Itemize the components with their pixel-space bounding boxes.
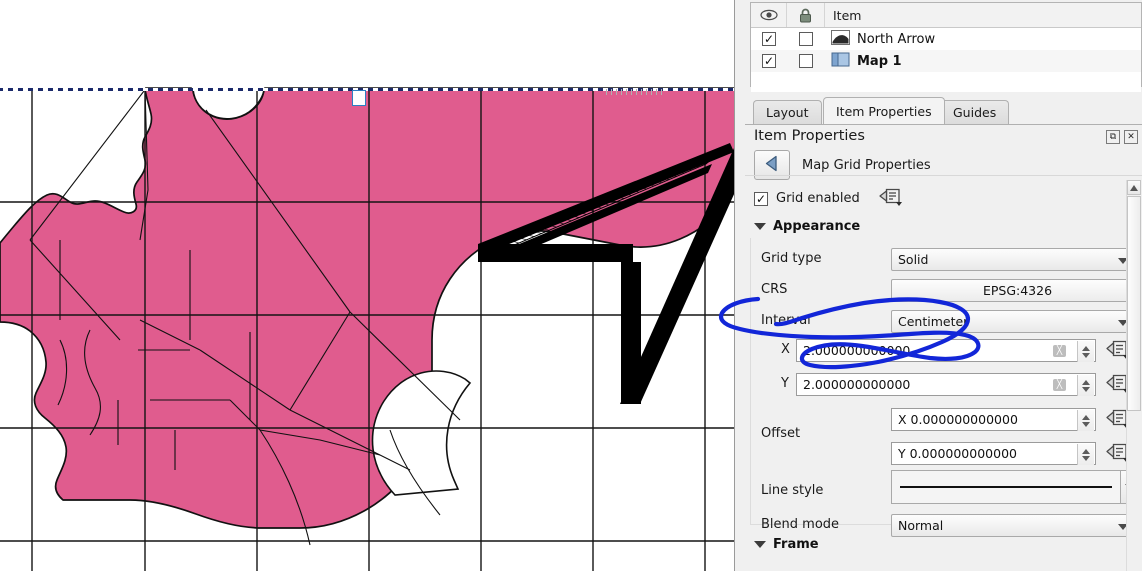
table-row[interactable]: ✓ North Arrow bbox=[751, 28, 1141, 50]
item-map-1[interactable]: Map 1 bbox=[825, 52, 1141, 70]
item-label-text: Map 1 bbox=[857, 53, 902, 69]
item-north-arrow[interactable]: North Arrow bbox=[825, 30, 1141, 48]
check-icon: ✓ bbox=[755, 191, 767, 206]
chevron-down-icon bbox=[754, 223, 766, 230]
line-style-selector[interactable] bbox=[891, 470, 1139, 504]
tab-guides[interactable]: Guides bbox=[940, 100, 1010, 124]
back-triangle-icon bbox=[764, 155, 780, 175]
visibility-checkbox[interactable]: ✓ bbox=[751, 32, 787, 46]
lock-icon bbox=[787, 3, 825, 27]
interval-y-value: 2.000000000000 bbox=[803, 377, 911, 392]
north-arrow-thumb-icon bbox=[831, 30, 850, 48]
data-defined-override-icon[interactable] bbox=[877, 187, 903, 210]
map-thumb-icon bbox=[831, 52, 850, 70]
offset-y-value: Y 0.000000000000 bbox=[898, 446, 1017, 461]
interval-y-stepper[interactable] bbox=[1077, 375, 1094, 396]
items-empty-area[interactable] bbox=[751, 72, 1141, 92]
lock-checkbox[interactable] bbox=[787, 32, 825, 46]
item-label-text: North Arrow bbox=[857, 31, 936, 47]
lock-checkbox[interactable] bbox=[787, 54, 825, 68]
interval-units-combo[interactable]: Centimeter bbox=[891, 310, 1136, 333]
clear-field-icon[interactable]: ╳ bbox=[1053, 379, 1066, 391]
offset-y-input[interactable]: Y 0.000000000000 bbox=[891, 442, 1096, 465]
tab-item-properties[interactable]: Item Properties bbox=[823, 97, 945, 124]
crs-value: EPSG:4326 bbox=[982, 283, 1053, 298]
close-panel-button[interactable]: ✕ bbox=[1124, 130, 1138, 144]
interval-x-label-wrap: X bbox=[781, 342, 790, 357]
interval-x-stepper[interactable] bbox=[1077, 341, 1094, 362]
offset-x-value: X 0.000000000000 bbox=[898, 412, 1018, 427]
offset-x-stepper[interactable] bbox=[1077, 410, 1094, 431]
grid-enabled-label: Grid enabled bbox=[776, 191, 860, 206]
check-icon: ✓ bbox=[763, 54, 775, 68]
crs-label-wrap: CRS bbox=[761, 282, 787, 297]
grid-enabled-checkbox[interactable]: ✓ bbox=[754, 191, 768, 206]
items-table-header: Item bbox=[751, 3, 1141, 28]
map-resize-handle[interactable] bbox=[352, 90, 366, 106]
interval-y-label: Y bbox=[781, 376, 789, 391]
offset-label-wrap: Offset bbox=[761, 426, 800, 441]
dock-splitter[interactable] bbox=[735, 0, 745, 571]
item-properties-panel: Item Properties ⧉ ✕ Map Grid Properties … bbox=[745, 125, 1142, 571]
grid-type-value: Solid bbox=[898, 252, 929, 267]
line-style-preview[interactable] bbox=[891, 470, 1121, 504]
layout-canvas[interactable] bbox=[0, 0, 735, 571]
map-render[interactable] bbox=[0, 0, 735, 571]
properties-tabbar: Layout Item Properties Guides bbox=[745, 97, 1142, 125]
divider bbox=[745, 175, 1142, 176]
items-panel[interactable]: Item ✓ North Arrow ✓ Map 1 bbox=[750, 2, 1142, 92]
table-row[interactable]: ✓ Map 1 bbox=[751, 50, 1141, 72]
appearance-section-header[interactable]: Appearance bbox=[754, 219, 860, 234]
check-icon: ✓ bbox=[763, 32, 775, 46]
crs-label: CRS bbox=[761, 282, 788, 297]
clear-field-icon[interactable]: ╳ bbox=[1053, 345, 1066, 357]
properties-scrollbar[interactable] bbox=[1126, 180, 1142, 571]
line-style-label-wrap: Line style bbox=[761, 483, 823, 498]
offset-y-stepper[interactable] bbox=[1077, 444, 1094, 465]
page-title: Item Properties bbox=[754, 128, 865, 144]
offset-label: Offset bbox=[761, 426, 801, 441]
blend-mode-label-wrap: Blend mode bbox=[761, 517, 839, 532]
panel-splitter-grip[interactable] bbox=[606, 89, 666, 95]
blend-mode-label: Blend mode bbox=[761, 517, 840, 532]
frame-label: Frame bbox=[773, 537, 819, 552]
interval-label: Interval bbox=[761, 313, 811, 328]
interval-x-value: 2.000000000000 bbox=[803, 343, 911, 358]
crs-button[interactable]: EPSG:4326 bbox=[891, 279, 1142, 302]
grid-type-label: Grid type bbox=[761, 251, 822, 266]
visibility-checkbox[interactable]: ✓ bbox=[751, 54, 787, 68]
offset-x-input[interactable]: X 0.000000000000 bbox=[891, 408, 1096, 431]
chevron-down-icon bbox=[754, 541, 766, 548]
grid-enabled-row[interactable]: ✓ Grid enabled bbox=[754, 187, 903, 210]
appearance-label: Appearance bbox=[773, 219, 861, 234]
interval-label-wrap: Interval bbox=[761, 313, 811, 328]
blend-mode-combo[interactable]: Normal bbox=[891, 514, 1136, 537]
line-style-label: Line style bbox=[761, 483, 824, 498]
scroll-up-button[interactable] bbox=[1127, 180, 1141, 195]
solid-line-preview bbox=[900, 486, 1112, 488]
float-panel-button[interactable]: ⧉ bbox=[1106, 130, 1120, 144]
grid-properties-subtitle: Map Grid Properties bbox=[802, 157, 931, 173]
interval-units-value: Centimeter bbox=[898, 314, 969, 329]
grid-type-label-wrap: Grid type bbox=[761, 251, 821, 266]
interval-y-input[interactable]: 2.000000000000 ╳ bbox=[796, 373, 1096, 396]
items-column-header: Item bbox=[833, 7, 862, 23]
eye-icon bbox=[751, 3, 787, 27]
layout-page[interactable] bbox=[0, 0, 735, 571]
interval-x-label: X bbox=[781, 342, 790, 357]
grid-type-combo[interactable]: Solid bbox=[891, 248, 1136, 271]
appearance-group: Grid type Solid CRS EPSG:4326 Interval C… bbox=[750, 238, 1142, 537]
qgis-layout-designer-window: Item ✓ North Arrow ✓ Map 1 Layout Item P… bbox=[0, 0, 1142, 571]
scrollbar-thumb[interactable] bbox=[1127, 196, 1141, 411]
interval-x-input[interactable]: 2.000000000000 ╳ bbox=[796, 339, 1096, 362]
interval-y-label-wrap: Y bbox=[781, 376, 789, 391]
blend-mode-value: Normal bbox=[898, 518, 944, 533]
frame-section-header[interactable]: Frame bbox=[754, 537, 819, 552]
panel-window-buttons: ⧉ ✕ bbox=[1106, 130, 1138, 144]
tab-layout[interactable]: Layout bbox=[753, 100, 822, 124]
